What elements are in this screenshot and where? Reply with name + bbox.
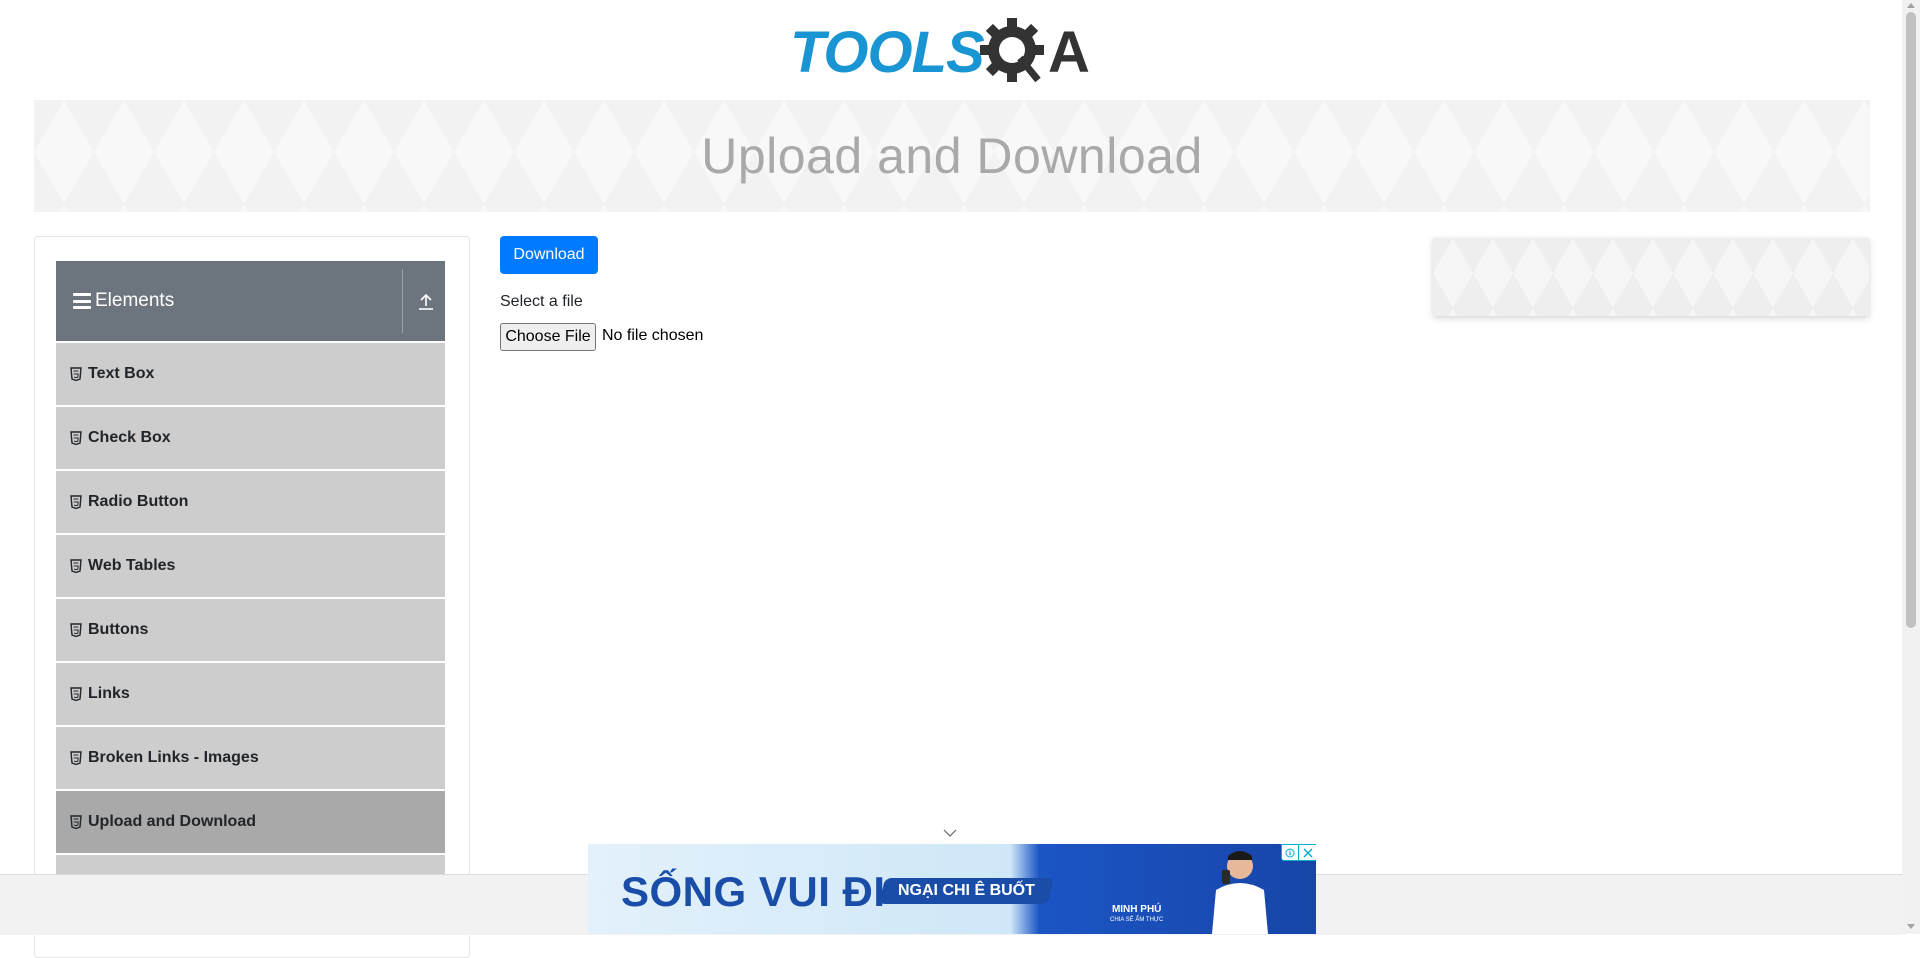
html5-shield-icon xyxy=(70,687,82,701)
adchoices-info-icon[interactable] xyxy=(1281,844,1299,861)
html5-shield-icon xyxy=(70,751,82,765)
html5-shield-icon xyxy=(70,623,82,637)
elements-group-header[interactable]: Elements xyxy=(56,261,445,341)
chevron-down-icon[interactable] xyxy=(943,828,957,838)
svg-text:TOOLS: TOOLS xyxy=(790,20,985,85)
sidebar-item-text-box[interactable]: Text Box xyxy=(56,343,445,405)
sidebar-item-web-tables[interactable]: Web Tables xyxy=(56,535,445,597)
choose-file-button[interactable]: Choose File xyxy=(500,323,596,351)
html5-shield-icon xyxy=(70,495,82,509)
select-file-label: Select a file xyxy=(500,293,583,310)
ad-brand-name: MINH PHÚ xyxy=(1111,904,1162,915)
toolsqa-logo[interactable]: TOOLS A xyxy=(790,14,1116,92)
ad-brand: MINH PHÚ CHIA SẺ ẨM THỰC xyxy=(1110,904,1163,926)
left-panel: Elements Text Box Check Box Radio Button… xyxy=(34,236,470,958)
html5-shield-icon xyxy=(70,431,82,445)
sidebar-item-label: Upload and Download xyxy=(88,813,256,830)
group-title: Elements xyxy=(95,290,175,311)
sidebar-item-label: Web Tables xyxy=(88,557,176,574)
html5-shield-icon xyxy=(70,367,82,381)
ad-pill-text: NGẠI CHI Ê BUỐT xyxy=(898,882,1035,899)
sidebar-item-label: Text Box xyxy=(88,365,155,382)
sidebar-item-label: Buttons xyxy=(88,621,149,638)
ad-headline: SỐNG VUI ĐI xyxy=(621,868,886,915)
sidebar-item-radio-button[interactable]: Radio Button xyxy=(56,471,445,533)
scroll-up-arrow-icon[interactable] xyxy=(1907,3,1915,8)
header-divider xyxy=(402,269,403,333)
sidebar-item-links[interactable]: Links xyxy=(56,663,445,725)
sidebar-item-broken-links[interactable]: Broken Links - Images xyxy=(56,727,445,789)
hamburger-icon xyxy=(73,293,91,309)
page-scrollbar[interactable] xyxy=(1902,0,1920,934)
sidebar-item-label: Broken Links - Images xyxy=(88,749,259,766)
scroll-down-arrow-icon[interactable] xyxy=(1907,924,1915,929)
logo-graphic: TOOLS A xyxy=(790,18,1090,85)
sidebar-item-label: Check Box xyxy=(88,429,171,446)
page-banner: Upload and Download xyxy=(34,100,1870,212)
scroll-thumb[interactable] xyxy=(1906,12,1916,628)
page-title: Upload and Download xyxy=(701,128,1203,184)
ad-pill: NGẠI CHI Ê BUỐT xyxy=(878,878,1055,904)
bottom-ad-banner[interactable]: SỐNG VUI ĐI NGẠI CHI Ê BUỐT MINH PHÚ CHI… xyxy=(588,844,1316,934)
ad-person-image xyxy=(1212,851,1268,934)
sidebar-item-check-box[interactable]: Check Box xyxy=(56,407,445,469)
download-button[interactable]: Download xyxy=(500,236,598,274)
sidebar-item-buttons[interactable]: Buttons xyxy=(56,599,445,661)
upload-arrow-icon[interactable] xyxy=(416,292,436,312)
sidebar-item-label: Radio Button xyxy=(88,493,189,510)
html5-shield-icon xyxy=(70,559,82,573)
ad-brand-sub: CHIA SẺ ẨM THỰC xyxy=(1110,917,1164,923)
side-ad-placeholder[interactable] xyxy=(1433,238,1869,316)
file-status-text: No file chosen xyxy=(602,327,704,344)
svg-text:A: A xyxy=(1048,20,1090,85)
elements-menu-list: Text Box Check Box Radio Button Web Tabl… xyxy=(56,343,445,919)
sidebar-item-upload-download[interactable]: Upload and Download xyxy=(56,791,445,853)
close-icon[interactable] xyxy=(1298,844,1316,861)
sidebar-item-label: Links xyxy=(88,685,130,702)
html5-shield-icon xyxy=(70,815,82,829)
